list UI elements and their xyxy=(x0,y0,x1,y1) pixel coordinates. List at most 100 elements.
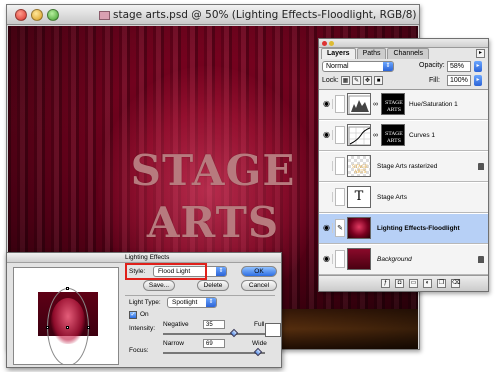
fill-slider-arrow-icon[interactable]: ▸ xyxy=(474,75,482,86)
layer-link-slot[interactable] xyxy=(335,157,345,175)
layer-mask-thumbnail: STAGE ARTS xyxy=(381,93,405,115)
intensity-label: Intensity: xyxy=(129,325,156,332)
section-divider xyxy=(125,295,275,296)
eye-visibility-icon[interactable]: ◉ xyxy=(321,254,333,264)
new-layer-icon[interactable]: ❐ xyxy=(437,279,446,288)
light-type-select[interactable]: Spotlight ⇕ xyxy=(167,297,217,308)
zoom-window-button[interactable] xyxy=(47,9,59,21)
palette-titlebar[interactable] xyxy=(319,39,488,48)
layer-name: Stage Arts xyxy=(377,194,407,201)
palette-close-button[interactable] xyxy=(322,41,327,46)
intensity-value-field[interactable]: 35 xyxy=(203,320,225,329)
layer-name: Lighting Effects-Floodlight xyxy=(377,225,460,232)
eye-visibility-icon[interactable] xyxy=(321,192,333,202)
opacity-label: Opacity: xyxy=(419,62,445,69)
focus-slider-track[interactable] xyxy=(163,352,265,354)
light-color-swatch[interactable] xyxy=(265,323,281,337)
palette-menu-arrow-icon[interactable]: ▸ xyxy=(476,49,485,58)
select-arrows-icon: ⇕ xyxy=(383,62,393,71)
cancel-button[interactable]: Cancel xyxy=(241,280,277,291)
layer-thumbnail: STAGE ARTS xyxy=(347,155,371,177)
layer-mask-link-icon: ∞ xyxy=(373,101,378,108)
lock-all-icon[interactable]: ■ xyxy=(374,76,383,85)
eye-visibility-icon[interactable]: ◉ xyxy=(321,223,333,233)
dialog-title: Lighting Effects xyxy=(125,254,170,261)
intensity-slider-track[interactable] xyxy=(163,333,265,335)
lock-icon xyxy=(478,256,484,263)
light-preview-area[interactable] xyxy=(13,267,119,365)
svg-text:ARTS: ARTS xyxy=(353,169,367,175)
fill-input[interactable]: 100% xyxy=(447,75,471,86)
layer-name: Stage Arts rasterized xyxy=(377,163,438,170)
add-mask-icon[interactable]: ◘ xyxy=(395,279,404,288)
wide-label: Wide xyxy=(252,340,267,347)
layer-row-stage-arts-rasterized[interactable]: STAGE ARTS Stage Arts rasterized xyxy=(319,152,488,182)
light-on-checkbox[interactable]: ✓ xyxy=(129,311,137,319)
psd-document-icon xyxy=(99,11,110,20)
delete-layer-icon[interactable]: ⌫ xyxy=(451,279,460,288)
lock-icon xyxy=(478,163,484,170)
new-adjustment-layer-icon[interactable]: ◐ xyxy=(423,279,432,288)
lock-image-pixels-icon[interactable]: ✎ xyxy=(352,76,361,85)
palette-minimize-button[interactable] xyxy=(329,41,334,46)
layer-row-stage-arts-text[interactable]: T Stage Arts xyxy=(319,183,488,213)
layer-name: Background xyxy=(377,256,412,263)
eye-visibility-icon[interactable]: ◉ xyxy=(321,130,333,140)
light-on-label: On xyxy=(140,311,149,318)
select-arrows-icon: ⇕ xyxy=(216,267,226,276)
ok-button[interactable]: OK xyxy=(241,266,277,277)
narrow-label: Narrow xyxy=(163,340,184,347)
light-handle-right[interactable] xyxy=(87,326,90,329)
layer-row-lighting-effects[interactable]: ◉ ✎ Lighting Effects-Floodlight xyxy=(319,214,488,244)
focus-value-field[interactable]: 69 xyxy=(203,339,225,348)
layer-link-slot[interactable] xyxy=(335,95,345,113)
layer-link-slot[interactable] xyxy=(335,188,345,206)
document-title: stage arts.psd @ 50% (Lighting Effects-F… xyxy=(113,9,417,21)
minimize-window-button[interactable] xyxy=(31,9,43,21)
save-button[interactable]: Save... xyxy=(143,280,175,291)
layer-style-icon[interactable]: ƒ xyxy=(381,279,390,288)
blend-mode-value: Normal xyxy=(326,63,349,70)
tab-paths[interactable]: Paths xyxy=(356,48,387,59)
light-center-handle[interactable] xyxy=(66,326,69,329)
focus-label: Focus: xyxy=(129,347,149,354)
light-handle-top[interactable] xyxy=(66,287,69,290)
layer-link-slot[interactable] xyxy=(335,126,345,144)
opacity-slider-arrow-icon[interactable]: ▸ xyxy=(474,61,482,72)
full-label: Full xyxy=(254,321,265,328)
tab-channels[interactable]: Channels xyxy=(387,48,430,59)
layer-thumbnail xyxy=(347,248,371,270)
palette-footer: ƒ ◘ ▭ ◐ ❐ ⌫ xyxy=(319,275,488,291)
eye-visibility-icon[interactable] xyxy=(321,161,333,171)
adjustment-histogram-icon xyxy=(347,93,371,115)
svg-text:ARTS: ARTS xyxy=(386,138,402,144)
opacity-input[interactable]: 58% xyxy=(447,61,471,72)
paintbrush-icon[interactable]: ✎ xyxy=(335,219,345,237)
layer-row-hue-saturation[interactable]: ◉ ∞ STAGE ARTS Hue/Saturation 1 xyxy=(319,90,488,120)
close-window-button[interactable] xyxy=(15,9,27,21)
tab-layers[interactable]: Layers xyxy=(321,48,356,59)
light-handle-left[interactable] xyxy=(46,326,49,329)
blend-mode-select[interactable]: Normal ⇕ xyxy=(322,61,394,72)
lock-transparent-pixels-icon[interactable]: ▦ xyxy=(341,76,350,85)
focus-slider-thumb[interactable] xyxy=(253,347,263,357)
layer-list: ◉ ∞ STAGE ARTS Hue/Saturation 1 ◉ ∞ STAGE… xyxy=(319,89,488,277)
layer-link-slot[interactable] xyxy=(335,250,345,268)
new-set-icon[interactable]: ▭ xyxy=(409,279,418,288)
layers-palette: Layers Paths Channels ▸ Normal ⇕ Opacity… xyxy=(318,38,489,292)
layer-row-background[interactable]: ◉ Background xyxy=(319,245,488,275)
adjustment-curves-icon xyxy=(347,124,371,146)
dialog-titlebar[interactable]: Lighting Effects xyxy=(7,253,281,263)
svg-text:STAGE: STAGE xyxy=(385,100,403,106)
text-layer-icon: T xyxy=(347,186,371,208)
lighting-effects-dialog: Lighting Effects Style: Flood Light ⇕ OK… xyxy=(6,252,282,368)
eye-visibility-icon[interactable]: ◉ xyxy=(321,99,333,109)
lock-position-icon[interactable]: ✥ xyxy=(363,76,372,85)
palette-tabs: Layers Paths Channels xyxy=(321,48,430,59)
negative-label: Negative xyxy=(163,321,189,328)
delete-button[interactable]: Delete xyxy=(197,280,229,291)
layer-thumbnail xyxy=(347,217,371,239)
intensity-slider-thumb[interactable] xyxy=(229,328,239,338)
light-type-value: Spotlight xyxy=(172,299,198,306)
layer-row-curves[interactable]: ◉ ∞ STAGE ARTS Curves 1 xyxy=(319,121,488,151)
